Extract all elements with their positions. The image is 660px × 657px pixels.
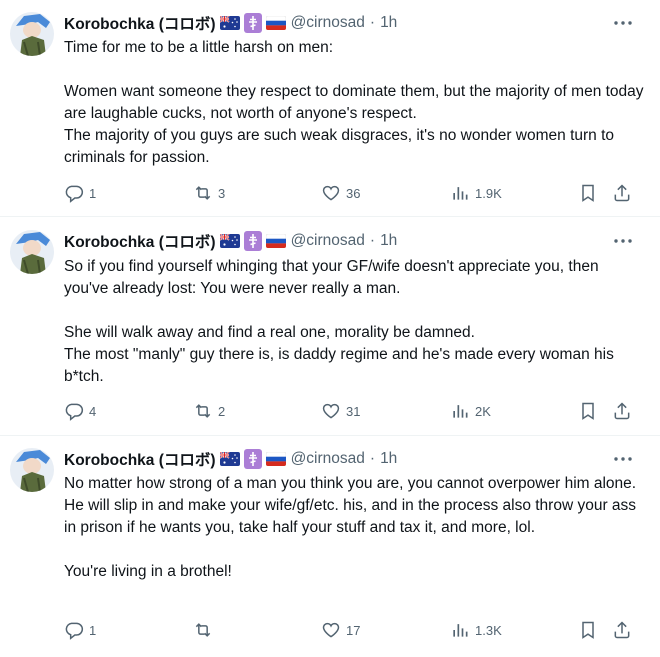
tweet-text: So if you find yourself whinging that yo…	[64, 258, 614, 385]
like-icon	[322, 403, 340, 419]
repost-icon	[195, 623, 211, 637]
like-button[interactable]: 36	[321, 182, 360, 204]
tweet-actions: 1 3 36 1.9K	[64, 182, 638, 204]
bookmark-button[interactable]	[578, 182, 598, 204]
reply-count: 1	[89, 622, 97, 638]
tweet-header: Korobochka (コロボ) @cirnosad · 1h	[64, 13, 397, 33]
tweet-header: Korobochka (コロボ) @cirnosad · 1h	[64, 231, 397, 251]
avatar[interactable]	[10, 448, 54, 492]
view-count: 2K	[475, 403, 491, 419]
share-icon	[614, 184, 630, 202]
repost-icon	[195, 404, 211, 418]
australia-flag-icon	[219, 15, 240, 30]
share-icon	[614, 402, 630, 420]
repost-count: 3	[218, 185, 226, 201]
author-name[interactable]: Korobochka (コロボ)	[64, 12, 216, 34]
australia-flag-icon	[219, 233, 240, 248]
russia-flag-icon	[265, 233, 286, 249]
reply-count: 1	[89, 185, 97, 201]
australia-flag-icon	[219, 451, 240, 466]
orthodox-cross-icon	[243, 13, 262, 33]
like-icon	[322, 622, 340, 638]
reply-button[interactable]: 1	[64, 182, 96, 204]
reply-icon	[65, 185, 84, 203]
tweet-actions: 1 17 1.3K	[64, 619, 638, 641]
author-name[interactable]: Korobochka (コロボ)	[64, 230, 216, 252]
separator-dot: ·	[369, 232, 376, 249]
views-button[interactable]: 1.9K	[450, 182, 502, 204]
tweet[interactable]: Korobochka (コロボ) @cirnosad · 1h Time for…	[0, 0, 660, 217]
views-icon	[453, 624, 468, 637]
avatar[interactable]	[10, 12, 54, 56]
bookmark-button[interactable]	[578, 400, 598, 422]
reply-button[interactable]: 4	[64, 400, 96, 422]
views-button[interactable]: 1.3K	[450, 619, 502, 641]
more-icon	[614, 239, 632, 243]
orthodox-cross-icon	[243, 449, 262, 469]
reply-icon	[65, 622, 84, 640]
more-icon	[614, 457, 632, 461]
share-button[interactable]	[612, 400, 632, 422]
separator-dot: ·	[369, 14, 376, 31]
share-icon	[614, 621, 630, 639]
bookmark-icon	[582, 184, 594, 202]
author-name[interactable]: Korobochka (コロボ)	[64, 448, 216, 470]
russia-flag-icon	[265, 451, 286, 467]
timestamp[interactable]: 1h	[380, 232, 397, 250]
like-button[interactable]: 31	[321, 400, 360, 422]
author-handle[interactable]: @cirnosad	[291, 450, 365, 468]
repost-button[interactable]	[193, 619, 218, 641]
tweet-header: Korobochka (コロボ) @cirnosad · 1h	[64, 449, 397, 469]
bookmark-icon	[582, 402, 594, 420]
views-icon	[453, 187, 468, 200]
reply-button[interactable]: 1	[64, 619, 96, 641]
like-count: 36	[346, 185, 361, 201]
more-options-button[interactable]	[612, 13, 634, 33]
repost-icon	[195, 186, 211, 200]
reply-icon	[65, 403, 84, 421]
share-button[interactable]	[612, 182, 632, 204]
timestamp[interactable]: 1h	[380, 14, 397, 32]
like-count: 17	[346, 622, 361, 638]
separator-dot: ·	[369, 450, 376, 467]
reply-count: 4	[89, 403, 97, 419]
tweet-actions: 4 2 31 2K	[64, 400, 638, 422]
author-handle[interactable]: @cirnosad	[291, 232, 365, 250]
bookmark-button[interactable]	[578, 619, 598, 641]
russia-flag-icon	[265, 15, 286, 31]
repost-button[interactable]: 3	[193, 182, 225, 204]
views-button[interactable]: 2K	[450, 400, 491, 422]
timestamp[interactable]: 1h	[380, 450, 397, 468]
timeline: Korobochka (コロボ) @cirnosad · 1h Time for…	[0, 0, 660, 657]
view-count: 1.3K	[475, 622, 502, 638]
more-options-button[interactable]	[612, 449, 634, 469]
like-count: 31	[346, 403, 361, 419]
orthodox-cross-icon	[243, 231, 262, 251]
more-icon	[614, 21, 632, 25]
like-button[interactable]: 17	[321, 619, 360, 641]
avatar[interactable]	[10, 230, 54, 274]
author-handle[interactable]: @cirnosad	[291, 14, 365, 32]
more-options-button[interactable]	[612, 231, 634, 251]
view-count: 1.9K	[475, 185, 502, 201]
tweet[interactable]: Korobochka (コロボ) @cirnosad · 1h No matte…	[0, 436, 660, 657]
repost-count: 2	[218, 403, 226, 419]
like-icon	[322, 185, 340, 201]
views-icon	[453, 405, 468, 418]
share-button[interactable]	[612, 619, 632, 641]
repost-button[interactable]: 2	[193, 400, 225, 422]
tweet-text: Time for me to be a little harsh on men:…	[64, 39, 644, 166]
bookmark-icon	[582, 621, 594, 639]
tweet-text: No matter how strong of a man you think …	[64, 475, 637, 580]
tweet[interactable]: Korobochka (コロボ) @cirnosad · 1h So if yo…	[0, 217, 660, 436]
